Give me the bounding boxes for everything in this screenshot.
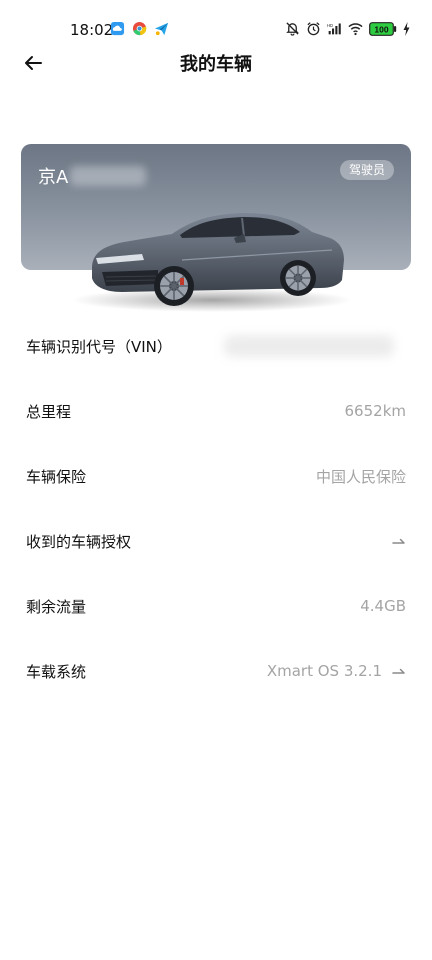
vin-redacted [224, 335, 394, 357]
battery-level: 100 [374, 24, 388, 34]
authorization-row[interactable]: 收到的车辆授权 [26, 521, 406, 561]
cloud-app-icon [110, 21, 125, 36]
insurance-value: 中国人民保险 [315, 467, 406, 486]
charging-icon [403, 21, 410, 36]
mileage-label: 总里程 [26, 402, 72, 421]
status-time: 18:02 [70, 21, 114, 39]
system-version: Xmart OS 3.2.1 [266, 662, 382, 680]
plate-redacted [70, 166, 147, 186]
signal-icon: HD [327, 23, 341, 35]
page-title: 我的车辆 [180, 54, 252, 75]
vin-label: 车辆识别代号（VIN） [26, 337, 172, 356]
status-right-icons: HD 100 [285, 21, 410, 36]
wifi-icon [348, 23, 363, 36]
car-image [72, 213, 352, 312]
mileage-value: 6652km [344, 402, 406, 420]
system-value-group: Xmart OS 3.2.1 [267, 662, 406, 680]
bell-off-icon [286, 22, 299, 36]
license-plate: 京A [38, 163, 147, 189]
alarm-icon [307, 22, 320, 36]
authorization-value [392, 536, 406, 546]
mileage-row: 总里程 6652km [26, 391, 406, 431]
insurance-row: 车辆保险 中国人民保险 [26, 456, 406, 496]
arrow-right-icon [392, 668, 405, 674]
chrome-icon [132, 21, 147, 36]
arrow-right-icon [392, 538, 405, 544]
data-plan-value: 4.4GB [360, 597, 406, 615]
data-plan-label: 剩余流量 [26, 597, 87, 616]
insurance-label: 车辆保险 [26, 467, 87, 486]
plate-prefix: 京A [38, 167, 69, 188]
system-row[interactable]: 车载系统 Xmart OS 3.2.1 [26, 651, 406, 691]
send-app-icon [154, 22, 169, 36]
battery-icon: 100 [369, 21, 397, 36]
svg-text:HD: HD [327, 23, 333, 28]
vin-value [224, 335, 406, 357]
system-label: 车载系统 [26, 662, 87, 681]
role-badge: 驾驶员 [339, 160, 394, 180]
authorization-label: 收到的车辆授权 [26, 532, 132, 551]
data-plan-row: 剩余流量 4.4GB [26, 586, 406, 626]
vin-row: 车辆识别代号（VIN） [26, 326, 406, 366]
status-left-icons [110, 21, 169, 36]
